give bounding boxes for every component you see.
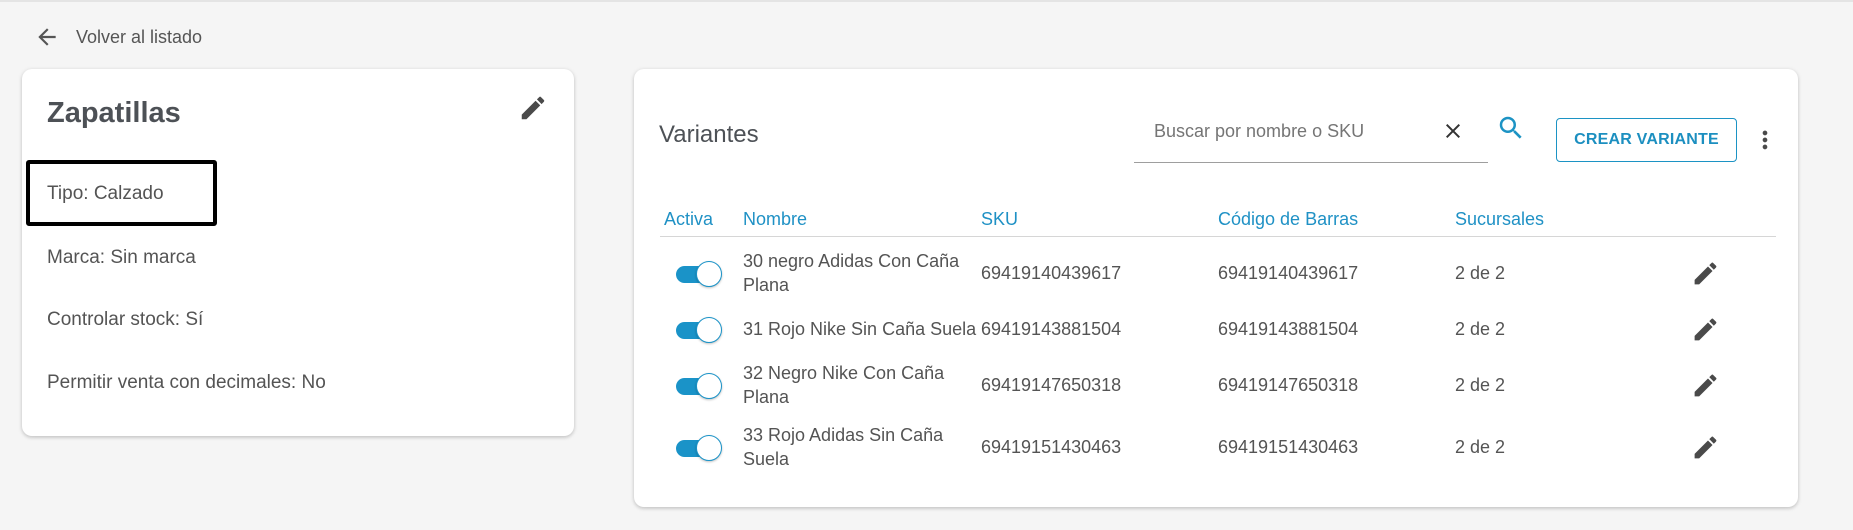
close-icon[interactable] (1441, 119, 1465, 143)
variant-sku: 69419147650318 (981, 375, 1122, 395)
attr-venta-decimales: Permitir venta con decimales: No (47, 372, 326, 393)
col-sku[interactable]: SKU (981, 209, 1018, 230)
more-vert-icon[interactable] (1751, 125, 1779, 155)
edit-product-button[interactable] (518, 93, 548, 123)
variant-branches: 2 de 2 (1455, 375, 1506, 395)
product-card: Zapatillas Tipo: Calzado Marca: Sin marc… (22, 69, 574, 436)
table-row: 31 Rojo Nike Sin Caña Suela 694191438815… (634, 301, 1798, 357)
active-toggle[interactable] (676, 260, 722, 287)
variant-barcode: 69419151430463 (1218, 437, 1359, 457)
table-row: 33 Rojo Adidas Sin Caña Suela 6941915143… (634, 419, 1798, 475)
variant-name: 33 Rojo Adidas Sin Caña Suela (743, 425, 944, 469)
variant-barcode: 69419143881504 (1218, 319, 1359, 339)
col-sucursales[interactable]: Sucursales (1455, 209, 1544, 230)
edit-variant-button[interactable] (1691, 315, 1720, 344)
edit-variant-button[interactable] (1691, 371, 1720, 400)
edit-variant-button[interactable] (1691, 259, 1720, 288)
table-header-divider (660, 236, 1776, 237)
variant-name: 30 negro Adidas Con Caña Plana (743, 251, 960, 295)
variant-barcode: 69419147650318 (1218, 375, 1359, 395)
col-codigo-barras[interactable]: Código de Barras (1218, 209, 1358, 230)
create-variant-button[interactable]: CREAR VARIANTE (1556, 118, 1737, 162)
variants-title: Variantes (659, 121, 759, 148)
pencil-icon (1694, 436, 1717, 459)
search-icon[interactable] (1496, 113, 1526, 143)
variant-barcode: 69419140439617 (1218, 263, 1359, 283)
active-toggle[interactable] (676, 372, 722, 399)
variant-sku: 69419140439617 (981, 263, 1122, 283)
pencil-icon (1694, 262, 1717, 285)
pencil-icon (1694, 318, 1717, 341)
active-toggle[interactable] (676, 316, 722, 343)
variant-sku: 69419151430463 (981, 437, 1122, 457)
variant-sku: 69419143881504 (981, 319, 1122, 339)
search-input[interactable] (1154, 117, 1424, 145)
arrow-left-icon (38, 28, 56, 46)
attr-marca: Marca: Sin marca (47, 247, 196, 268)
pencil-icon (521, 96, 545, 120)
attr-controlar-stock: Controlar stock: Sí (47, 309, 204, 330)
back-link-label: Volver al listado (76, 26, 203, 47)
variants-card: Variantes CREAR VARIANTE Activa Nombre S… (634, 69, 1798, 507)
table-row: 32 Negro Nike Con Caña Plana 69419147650… (634, 357, 1798, 413)
table-row: 30 negro Adidas Con Caña Plana 694191404… (634, 245, 1798, 301)
search-field (1134, 99, 1488, 163)
variant-branches: 2 de 2 (1455, 263, 1506, 283)
col-activa[interactable]: Activa (664, 209, 713, 230)
variant-name: 31 Rojo Nike Sin Caña Suela (743, 319, 977, 339)
variant-branches: 2 de 2 (1455, 319, 1506, 339)
edit-variant-button[interactable] (1691, 433, 1720, 462)
active-toggle[interactable] (676, 434, 722, 461)
back-link[interactable]: Volver al listado (34, 24, 202, 50)
attr-tipo: Tipo: Calzado (47, 183, 164, 204)
pencil-icon (1694, 374, 1717, 397)
table-header: Activa Nombre SKU Código de Barras Sucur… (634, 209, 1798, 239)
variant-name: 32 Negro Nike Con Caña Plana (743, 363, 945, 407)
variant-branches: 2 de 2 (1455, 437, 1506, 457)
col-nombre[interactable]: Nombre (743, 209, 807, 230)
product-title: Zapatillas (47, 97, 181, 129)
